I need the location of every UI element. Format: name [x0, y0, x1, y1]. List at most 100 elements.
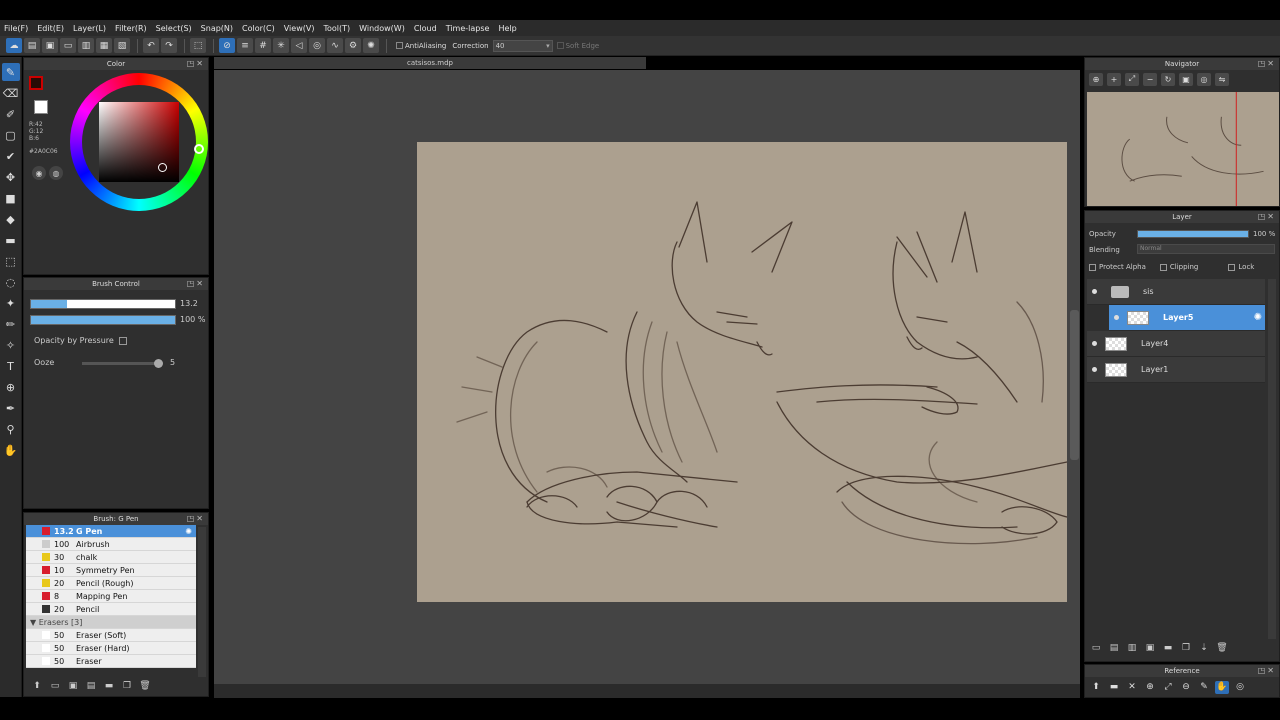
- brush-item[interactable]: 20 Pencil: [26, 603, 196, 616]
- menu-select[interactable]: Select(S): [156, 24, 192, 33]
- menu-help[interactable]: Help: [498, 24, 516, 33]
- canvas-area[interactable]: [214, 70, 1080, 694]
- hue-marker[interactable]: [194, 144, 204, 154]
- new-halftone-layer-icon[interactable]: ▤: [1107, 643, 1121, 655]
- brush-item[interactable]: 50 Eraser: [26, 655, 196, 668]
- gear-icon[interactable]: ✺: [185, 527, 192, 536]
- menu-edit[interactable]: Edit(E): [37, 24, 64, 33]
- canvas-vertical-scrollbar[interactable]: [1070, 310, 1079, 460]
- magic-wand-icon[interactable]: ✦: [2, 294, 20, 312]
- layer-list-scrollbar[interactable]: [1268, 279, 1276, 639]
- new-folder-icon[interactable]: ▬: [1161, 643, 1175, 655]
- brush-size-slider[interactable]: [30, 299, 176, 309]
- layer-row-selected[interactable]: Layer5 ✺: [1109, 305, 1265, 331]
- brush-copy-icon[interactable]: ▤: [84, 681, 98, 693]
- fill-pen-icon[interactable]: ✔: [2, 147, 20, 165]
- eye-icon[interactable]: [1092, 367, 1097, 372]
- menu-cloud[interactable]: Cloud: [414, 24, 437, 33]
- hue-wheel[interactable]: [70, 73, 208, 211]
- layer-row[interactable]: Layer4: [1087, 331, 1265, 357]
- snap-vanish-icon[interactable]: ◁: [291, 38, 307, 53]
- menu-color[interactable]: Color(C): [242, 24, 275, 33]
- merge-down-icon[interactable]: ⇣: [1197, 643, 1211, 655]
- brush-opacity-slider[interactable]: [30, 315, 176, 325]
- sv-marker[interactable]: [158, 163, 167, 172]
- menu-filter[interactable]: Filter(R): [115, 24, 147, 33]
- document-tab[interactable]: catsisos.mdp: [214, 57, 646, 69]
- brush-folder-icon[interactable]: ▬: [102, 681, 116, 693]
- menu-view[interactable]: View(V): [284, 24, 315, 33]
- soft-edge-checkbox[interactable]: [556, 42, 564, 49]
- palette-icon[interactable]: ◉: [32, 166, 46, 180]
- cloud-icon[interactable]: ☁: [6, 38, 22, 53]
- eye-icon[interactable]: [1114, 315, 1119, 320]
- panels-icon[interactable]: ▧: [114, 38, 130, 53]
- gradient-tool-icon[interactable]: ▬: [2, 231, 20, 249]
- rotate-reset-icon[interactable]: ◎: [1197, 72, 1211, 86]
- saturation-value-square[interactable]: [99, 102, 179, 182]
- reference-zoom-in-icon[interactable]: ⊕: [1143, 681, 1157, 694]
- brush-item[interactable]: 50 Eraser (Hard): [26, 642, 196, 655]
- menu-timelapse[interactable]: Time-lapse: [446, 24, 490, 33]
- delete-layer-icon[interactable]: 🗑: [1215, 643, 1229, 655]
- navigator-preview[interactable]: [1087, 92, 1279, 206]
- foreground-color-swatch[interactable]: [29, 76, 43, 90]
- snap-parallel-icon[interactable]: ≡: [237, 38, 253, 53]
- bucket-tool-icon[interactable]: ◆: [2, 210, 20, 228]
- select-eraser-icon[interactable]: ✧: [2, 336, 20, 354]
- duplicate-layer-icon[interactable]: ❐: [1179, 643, 1193, 655]
- protect-alpha-checkbox[interactable]: [1089, 263, 1096, 271]
- zoom-in-icon[interactable]: +: [1107, 72, 1121, 86]
- shape-tool-icon[interactable]: ▢: [2, 126, 20, 144]
- add-layer-menu-icon[interactable]: ▣: [1143, 643, 1157, 655]
- snap-off-icon[interactable]: ⊘: [219, 38, 235, 53]
- menu-file[interactable]: File(F): [4, 24, 28, 33]
- brush-duplicate-icon[interactable]: ❐: [120, 681, 134, 693]
- text-tool-icon[interactable]: T: [2, 357, 20, 375]
- zoom-icon[interactable]: ⊕: [1089, 72, 1103, 86]
- snap-curve-icon[interactable]: ∿: [327, 38, 343, 53]
- grid-icon[interactable]: ▦: [96, 38, 112, 53]
- clipping-checkbox[interactable]: [1159, 263, 1167, 271]
- lock-checkbox[interactable]: [1228, 263, 1236, 271]
- eye-icon[interactable]: [1092, 341, 1097, 346]
- reference-eyedropper-icon[interactable]: ✎: [1197, 681, 1211, 694]
- zoom-out-icon[interactable]: −: [1143, 72, 1157, 86]
- select-rect-icon[interactable]: ⬚: [2, 252, 20, 270]
- panel-controls-icon[interactable]: ◳✕: [1258, 211, 1276, 223]
- menu-window[interactable]: Window(W): [359, 24, 405, 33]
- brush-item[interactable]: 50 Eraser (Soft): [26, 629, 196, 642]
- reference-add-icon[interactable]: ⬆: [1089, 681, 1103, 694]
- reference-open-icon[interactable]: ▬: [1107, 681, 1121, 694]
- new-8bit-layer-icon[interactable]: ▥: [1125, 643, 1139, 655]
- opacity-by-pressure-checkbox[interactable]: [118, 336, 127, 345]
- drawing-canvas[interactable]: [417, 142, 1067, 602]
- blending-select[interactable]: Normal: [1137, 244, 1275, 254]
- color-settings-icon[interactable]: ◍: [49, 166, 63, 180]
- brush-item[interactable]: 100 Airbrush: [26, 538, 196, 551]
- brush-list-scrollbar[interactable]: [198, 527, 206, 677]
- reference-rotate-icon[interactable]: ◎: [1233, 681, 1247, 694]
- brush-item[interactable]: 10 Symmetry Pen: [26, 564, 196, 577]
- brush-item[interactable]: 20 Pencil (Rough): [26, 577, 196, 590]
- eye-icon[interactable]: [1092, 289, 1097, 294]
- rotate-icon[interactable]: ↻: [1161, 72, 1175, 86]
- layer-opacity-slider[interactable]: [1137, 230, 1249, 238]
- undo-icon[interactable]: ↶: [143, 38, 159, 53]
- menu-tool[interactable]: Tool(T): [323, 24, 350, 33]
- correction-select[interactable]: 40: [492, 39, 553, 52]
- smudge-tool-icon[interactable]: ✒: [2, 399, 20, 417]
- reference-zoom-out-icon[interactable]: ⊖: [1179, 681, 1193, 694]
- brush-item[interactable]: 30 chalk: [26, 551, 196, 564]
- background-color-swatch[interactable]: [34, 100, 48, 114]
- brush-group-erasers[interactable]: ▼ Erasers [3]: [26, 616, 196, 629]
- reference-hand-icon[interactable]: ✋: [1215, 680, 1229, 694]
- reset-view-icon[interactable]: ▣: [1179, 72, 1193, 86]
- brush-item[interactable]: 8 Mapping Pen: [26, 590, 196, 603]
- brush-new-icon[interactable]: ▭: [48, 681, 62, 693]
- fit-icon[interactable]: ⤢: [1125, 72, 1139, 86]
- brush-delete-icon[interactable]: 🗑: [138, 681, 152, 693]
- save-icon[interactable]: ▭: [60, 38, 76, 53]
- panel-controls-icon[interactable]: ◳✕: [187, 58, 205, 70]
- antialiasing-checkbox[interactable]: [396, 42, 403, 49]
